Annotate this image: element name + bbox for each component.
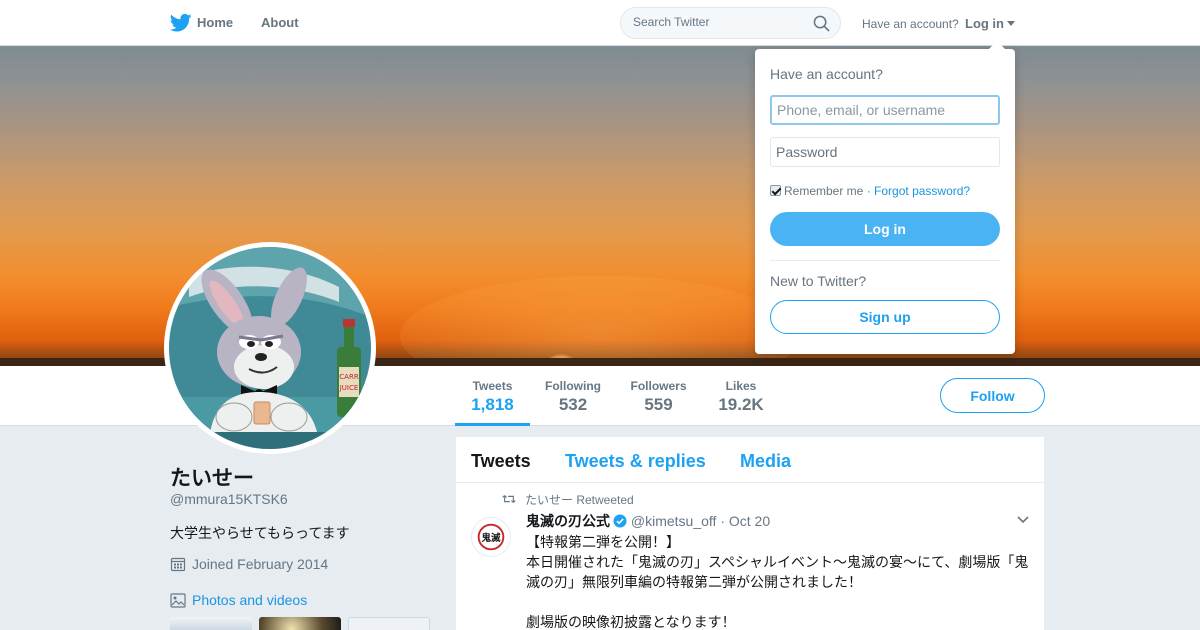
profile-avatar[interactable]: CARR JUICE (164, 242, 376, 454)
banner-sun-glow (400, 276, 800, 366)
stat-value: 19.2K (718, 395, 764, 414)
stat-tweets[interactable]: Tweets 1,818 (455, 366, 530, 426)
profile-name[interactable]: たいせー (170, 462, 254, 492)
tab-media[interactable]: Media (740, 451, 791, 472)
separator: · (866, 184, 871, 198)
joined-text: Joined February 2014 (192, 556, 329, 572)
remember-me-checkbox[interactable] (770, 185, 781, 196)
stat-value: 559 (644, 395, 673, 414)
timeline-tabs: Tweets Tweets & replies Media (456, 437, 1044, 483)
avatar-logo-text: 鬼滅 (481, 532, 501, 544)
tweet-separator: · (720, 513, 725, 529)
search-icon[interactable] (813, 15, 830, 32)
photos-and-videos-label[interactable]: Photos and videos (192, 592, 307, 608)
tweet-line: 本日開催された「鬼滅の刃」スペシャルイベント～鬼滅の宴～にて、劇場版「鬼滅の刃」… (526, 554, 1029, 590)
photo-thumbnail[interactable] (259, 617, 341, 630)
timeline: Tweets Tweets & replies Media たいせー Retwe… (456, 437, 1044, 630)
tab-tweets-and-replies[interactable]: Tweets & replies (565, 451, 706, 472)
svg-text:JUICE: JUICE (339, 384, 359, 392)
new-to-twitter-text: New to Twitter? (770, 273, 867, 289)
tweet-author-name[interactable]: 鬼滅の刃公式 (526, 513, 610, 529)
stat-label: Followers (630, 379, 687, 393)
kimetsu-logo-icon: 鬼滅 (472, 518, 510, 556)
chevron-down-icon[interactable] (1007, 21, 1015, 26)
tweet-text: 【特報第二弾を公開！】 本日開催された「鬼滅の刃」スペシャルイベント～鬼滅の宴～… (526, 532, 1034, 630)
dropdown-arrow (989, 41, 1005, 49)
tweet-author-handle[interactable]: @kimetsu_off (631, 513, 717, 529)
nav-about-link[interactable]: About (261, 15, 299, 30)
stat-value: 1,818 (471, 395, 514, 414)
have-account-text: Have an account? (862, 17, 959, 31)
tweet-line: 劇場版の映像初披露となります！ (526, 614, 736, 630)
tab-tweets[interactable]: Tweets (471, 451, 531, 472)
tweet-author-avatar[interactable]: 鬼滅 (471, 517, 511, 557)
forgot-password-link[interactable]: Forgot password? (874, 184, 970, 198)
image-icon (170, 593, 186, 608)
profile-handle[interactable]: @mmura15KTSK6 (170, 491, 288, 507)
remember-me-row: Remember me · Forgot password? (770, 184, 970, 198)
stat-following[interactable]: Following 532 (541, 366, 605, 426)
divider (770, 260, 1000, 261)
tweet-date[interactable]: Oct 20 (729, 513, 770, 529)
tweet-header: 鬼滅の刃公式 @kimetsu_off · Oct 20 (526, 511, 770, 531)
svg-text:CARR: CARR (339, 373, 359, 381)
calendar-icon (170, 557, 186, 572)
chevron-down-icon[interactable] (1017, 516, 1029, 524)
dropdown-title: Have an account? (770, 66, 883, 82)
login-dropdown-toggle[interactable]: Log in (965, 16, 1004, 31)
avatar-image: CARR JUICE (169, 247, 371, 449)
twitter-bird-icon[interactable] (170, 13, 192, 33)
search-box[interactable] (620, 7, 841, 39)
nav-home-link[interactable]: Home (197, 15, 233, 30)
stat-followers[interactable]: Followers 559 (626, 366, 691, 426)
profile-joined-date: Joined February 2014 (170, 556, 328, 572)
photo-thumbnail[interactable] (348, 617, 430, 630)
stat-likes[interactable]: Likes 19.2K (712, 366, 770, 426)
username-field[interactable] (770, 95, 1000, 125)
stat-label: Likes (725, 379, 757, 393)
search-input[interactable] (633, 15, 803, 29)
signup-button[interactable]: Sign up (770, 300, 1000, 334)
verified-badge-icon (613, 514, 627, 528)
tweet-line: 【特報第二弾を公開！】 (526, 534, 680, 550)
photos-and-videos-link[interactable]: Photos and videos (170, 592, 307, 608)
stat-label: Following (545, 379, 601, 393)
stat-label: Tweets (472, 379, 513, 393)
retweet-icon (502, 495, 516, 503)
follow-button[interactable]: Follow (940, 378, 1045, 413)
login-dropdown: Have an account? Remember me · Forgot pa… (755, 41, 1015, 354)
top-navigation-bar: Home About Have an account? Log in (0, 0, 1200, 46)
photo-thumbnail[interactable] (170, 617, 252, 630)
remember-me-label[interactable]: Remember me (784, 184, 863, 198)
stat-value: 532 (558, 395, 588, 414)
profile-bio: 大学生やらせてもらってます (170, 525, 350, 541)
password-field[interactable] (770, 137, 1000, 167)
retweet-context[interactable]: たいせー Retweeted (525, 491, 634, 508)
login-button[interactable]: Log in (770, 212, 1000, 246)
